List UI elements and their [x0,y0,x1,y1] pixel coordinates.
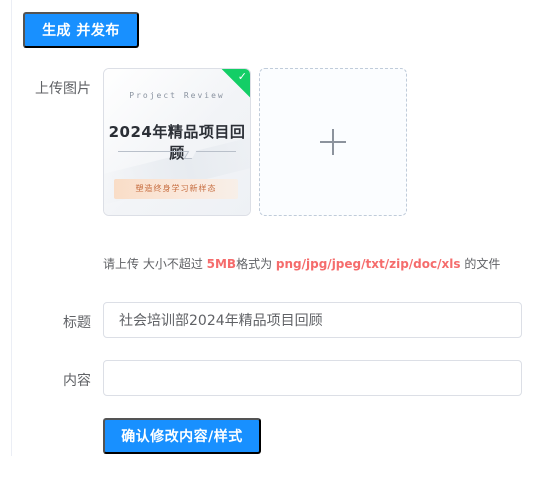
content-label: 内容 [63,373,91,389]
upload-tip-middle: 格式为 [236,257,276,271]
add-image-upload-box[interactable] [259,68,407,216]
upload-tip: 请上传 大小不超过 5MB格式为 png/jpg/jpeg/txt/zip/do… [103,255,500,272]
upload-tip-suffix: 的文件 [460,257,501,271]
title-input[interactable] [103,302,522,338]
upload-tip-formats: png/jpg/jpeg/txt/zip/doc/xls [275,257,461,271]
plus-icon [320,129,346,155]
upload-image-label: 上传图片 [35,81,91,97]
uploaded-image-thumbnail[interactable]: Project Review 2024年精品项目回顾 塑造终身学习新样态 ✓ [103,68,251,216]
thumbnail-title: 2024年精品项目回顾 [108,123,246,162]
check-icon: ✓ [237,71,247,83]
upload-tip-size: 5MB [206,257,237,271]
thumbnail-subtitle: Project Review [129,91,225,100]
publish-button[interactable]: 生成 并发布 [23,12,139,48]
confirm-edit-button[interactable]: 确认修改内容/样式 [103,418,261,454]
title-label: 标题 [63,315,91,331]
thumbnail-tagline: 塑造终身学习新样态 [114,179,238,199]
upload-tip-prefix: 请上传 大小不超过 [103,257,207,271]
thumbnail-divider [118,151,236,152]
content-input[interactable] [103,360,522,396]
